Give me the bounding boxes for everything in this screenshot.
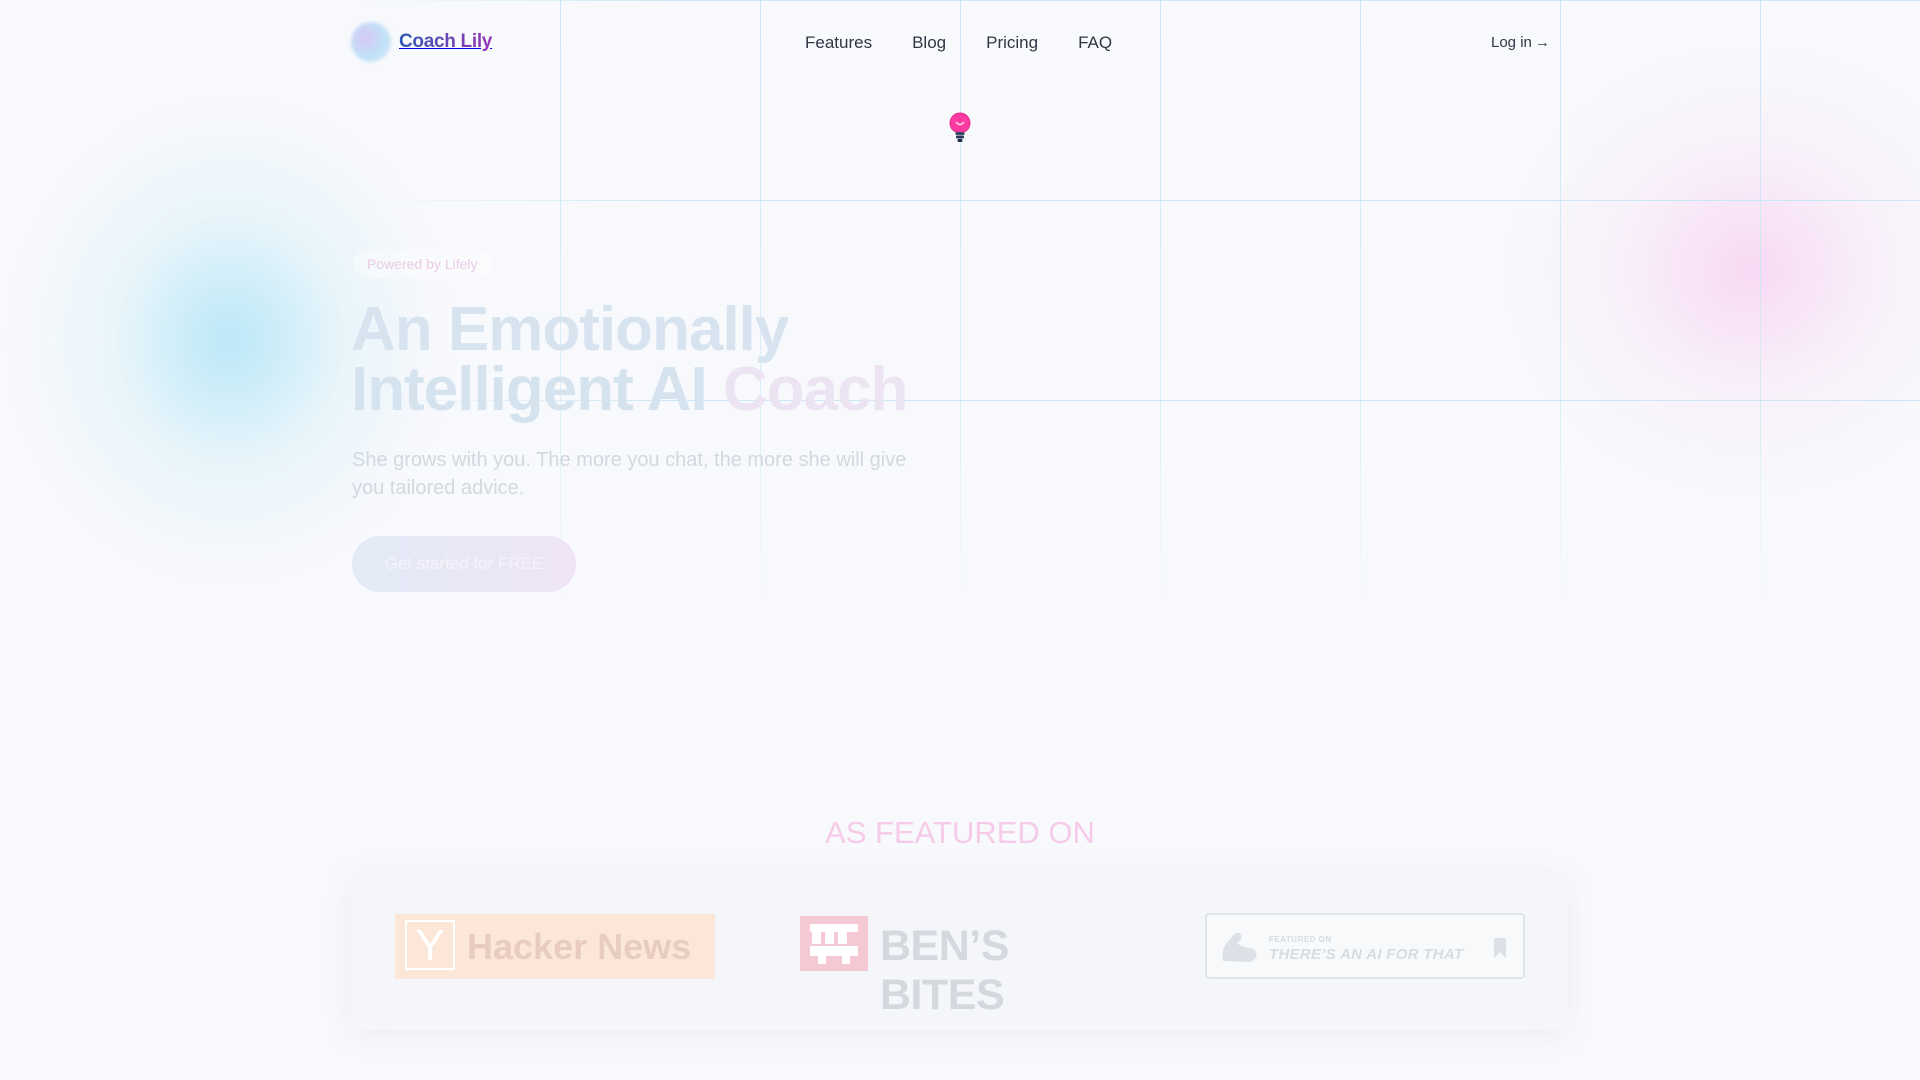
nav-features-link[interactable]: Features: [805, 33, 872, 53]
nav-pricing-link[interactable]: Pricing: [986, 33, 1038, 53]
bens-bites-logo-link[interactable]: BEN’S BITES: [800, 914, 1118, 1019]
grid-line: [1560, 0, 1561, 600]
brand-logo-icon: [351, 22, 391, 62]
nav-faq-link[interactable]: FAQ: [1078, 33, 1112, 53]
grid-line: [1360, 0, 1361, 600]
y-combinator-icon: Y: [405, 920, 455, 970]
brand-name: Coach Lily: [399, 31, 493, 52]
bookmark-icon: [1494, 938, 1506, 958]
hero-title-line-2a: Intelligent AI: [351, 355, 708, 424]
aift-kicker: FEATURED ON: [1269, 935, 1332, 944]
aift-label: THERE’S AN AI FOR THAT: [1269, 946, 1464, 963]
grid-line: [960, 0, 961, 600]
login-label: Log in: [1491, 34, 1532, 51]
hero-subtitle: She grows with you. The more you chat, t…: [352, 449, 907, 499]
featured-heading: AS FEATURED ON: [825, 815, 1095, 850]
flexed-arm-icon: [1222, 932, 1257, 962]
bens-bites-label: BEN’S BITES: [880, 922, 1009, 1019]
get-started-button[interactable]: Get started for FREE: [352, 536, 576, 592]
lightbulb-icon: [949, 112, 971, 142]
hacker-news-logo-link[interactable]: Y Hacker News: [395, 914, 715, 979]
login-link[interactable]: Log in →: [1491, 34, 1550, 51]
hero-title-line-1: An Emotionally: [351, 295, 789, 364]
hero-title: An Emotionally Intelligent AI Coach: [351, 295, 908, 421]
powered-by-badge: Powered by Lifely: [353, 250, 492, 278]
grid-line: [1160, 0, 1161, 600]
nav-blog-link[interactable]: Blog: [912, 33, 946, 53]
theres-an-ai-for-that-badge-link[interactable]: FEATURED ON THERE’S AN AI FOR THAT: [1205, 913, 1525, 979]
grid-line: [360, 0, 1920, 1]
hacker-news-label: Hacker News: [467, 926, 692, 967]
grid-line: [360, 200, 1920, 201]
main-nav: Features Blog Pricing FAQ: [805, 33, 1112, 53]
bens-bites-icon: [800, 916, 868, 971]
brand-home-link[interactable]: Coach Lily: [351, 22, 492, 62]
hero-title-line-2b: Coach: [722, 355, 908, 424]
pink-glow-decoration: [1520, 60, 1920, 480]
arrow-right-icon: →: [1534, 34, 1550, 51]
grid-line: [1760, 0, 1761, 600]
